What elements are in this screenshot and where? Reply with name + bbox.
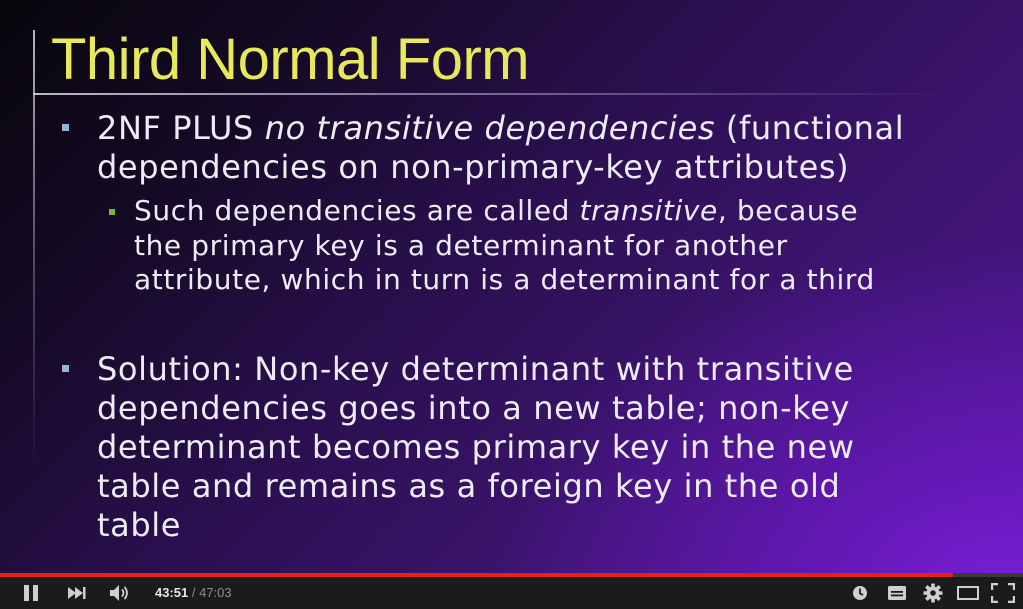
sub-bullet-line-3: attribute, which in turn is a determinan… (134, 263, 875, 296)
captions-button[interactable] (884, 577, 910, 609)
sub-bullet-emphasis: transitive (579, 194, 718, 227)
player-controls: 43:51 / 47:03 (0, 577, 1023, 609)
current-time: 43:51 (155, 585, 189, 600)
sub-bullet-suffix: , because (717, 194, 859, 227)
bullet-marker (62, 365, 69, 372)
video-frame[interactable]: Third Normal Form 2NF PLUS no transitive… (0, 0, 1023, 573)
sub-bullet-prefix: Such dependencies are called (134, 194, 580, 227)
volume-button[interactable] (104, 577, 138, 609)
pause-icon (24, 585, 38, 601)
gear-icon (923, 583, 943, 603)
slide-vertical-rule (33, 30, 35, 470)
next-button[interactable] (60, 577, 94, 609)
bullet-marker (62, 124, 69, 131)
bullet-1-emphasis: no transitive dependencies (264, 109, 716, 147)
watch-later-button[interactable] (848, 577, 872, 609)
bullet-2-line-2: dependencies goes into a new table; non-… (97, 389, 851, 427)
bullet-1-suffix: (functional (715, 109, 905, 147)
captions-icon (888, 586, 906, 600)
sub-bullet-line-2: the primary key is a determinant for ano… (134, 228, 788, 262)
next-icon (68, 587, 86, 599)
volume-icon (110, 585, 128, 601)
slide-title: Third Normal Form (51, 27, 530, 92)
bullet-1-prefix: 2NF PLUS (97, 109, 265, 147)
sub-bullet-line-1: Such dependencies are called transitive,… (134, 194, 858, 229)
sub-bullet-marker (109, 209, 115, 215)
fullscreen-button[interactable] (988, 577, 1018, 609)
clock-icon (853, 586, 867, 600)
bullet-1-line-2: dependencies on non-primary-key attribut… (97, 148, 850, 186)
theater-mode-icon (957, 586, 979, 600)
theater-mode-button[interactable] (954, 577, 982, 609)
fullscreen-icon (991, 583, 1015, 603)
pause-button[interactable] (14, 577, 48, 609)
bullet-2-line-5: table (97, 506, 182, 544)
time-separator: / (188, 585, 200, 600)
bullet-2-line-3: determinant becomes primary key in the n… (97, 428, 855, 466)
bullet-2-line-1: Solution: Non-key determinant with trans… (97, 350, 854, 388)
time-display: 43:51 / 47:03 (155, 577, 232, 609)
bullet-1-line-1: 2NF PLUS no transitive dependencies (fun… (97, 109, 904, 148)
bullet-2-line-4: table and remains as a foreign key in th… (97, 467, 841, 505)
settings-button[interactable] (920, 577, 946, 609)
duration: 47:03 (199, 585, 232, 600)
